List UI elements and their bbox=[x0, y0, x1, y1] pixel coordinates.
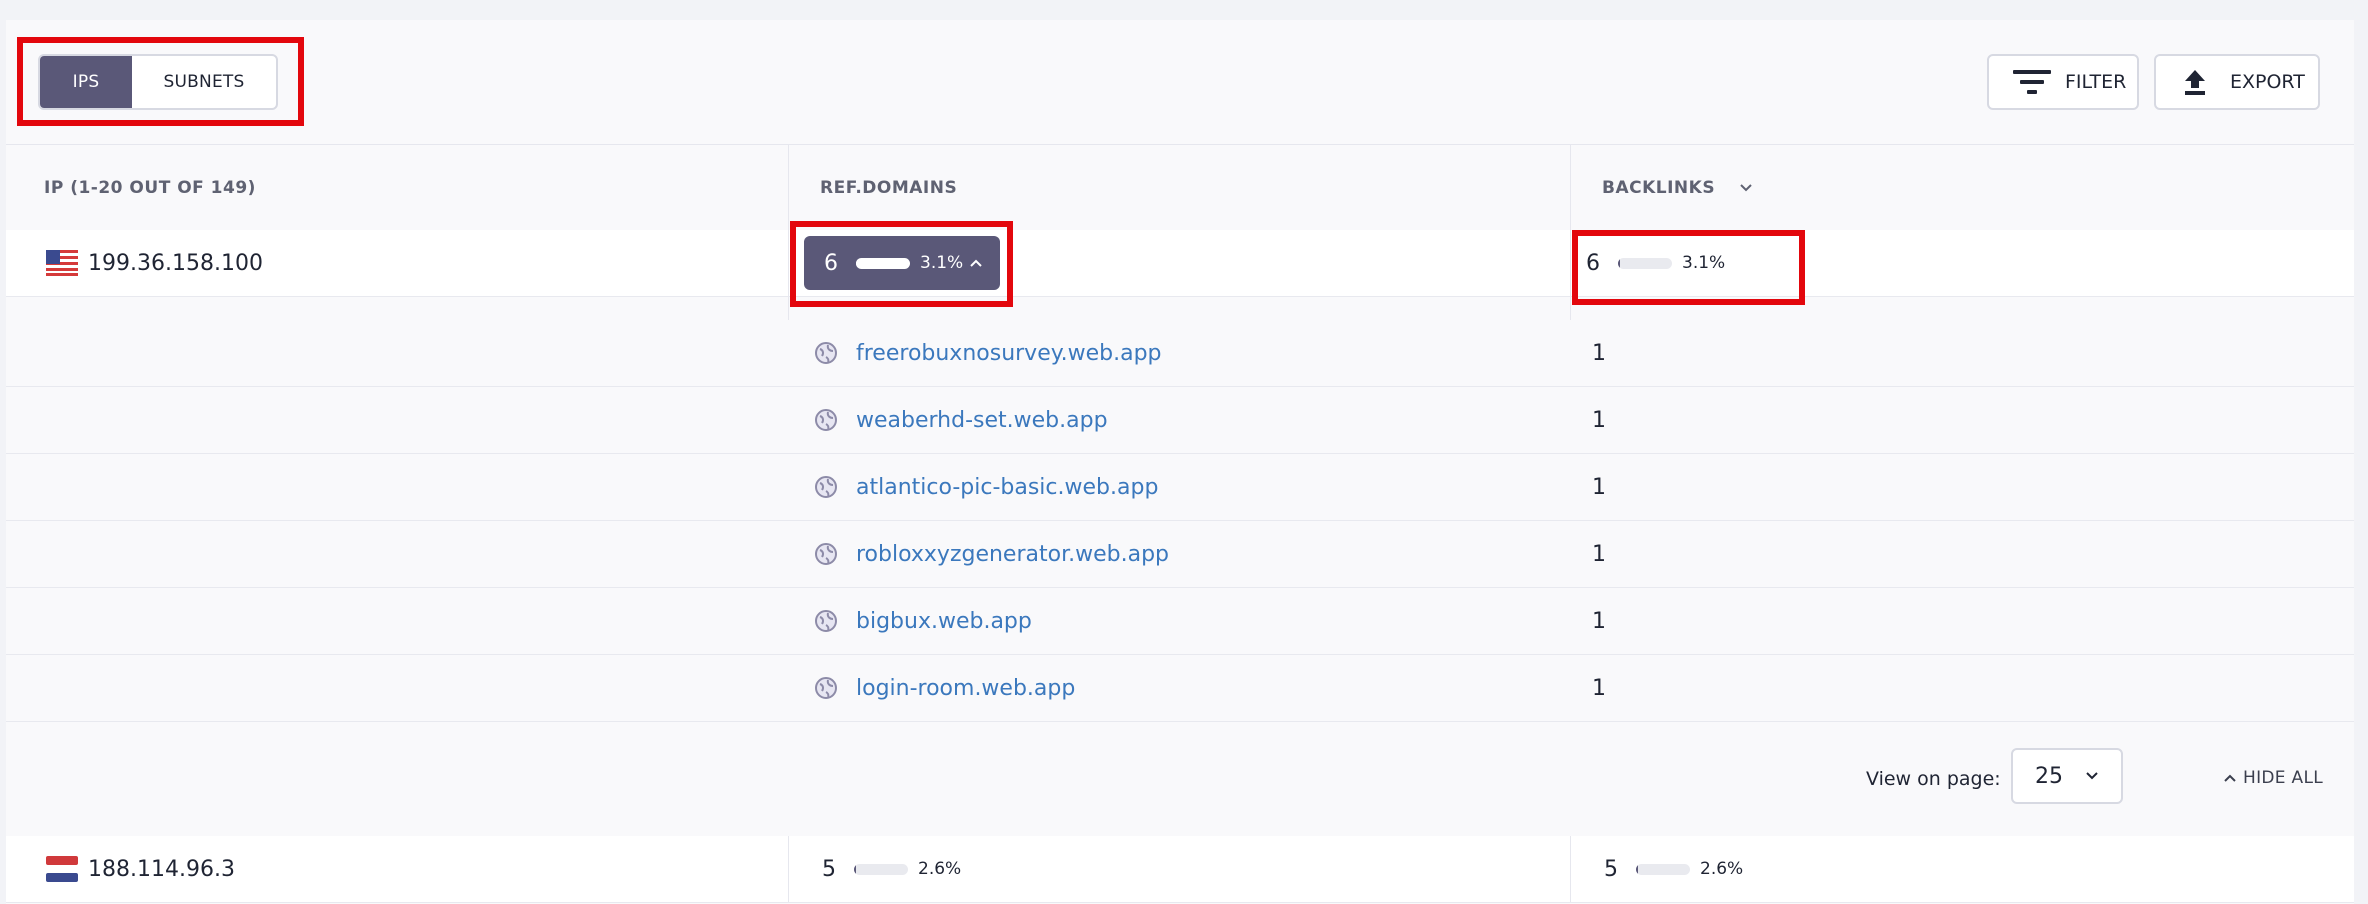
column-divider bbox=[1570, 230, 1571, 296]
filter-label: FILTER bbox=[2065, 71, 2127, 93]
ip-cell: 199.36.158.100 bbox=[46, 230, 263, 296]
domain-cell: freerobuxnosurvey.web.app bbox=[814, 320, 1162, 386]
ref-domains-toggle[interactable]: 6 3.1% bbox=[804, 236, 1000, 290]
table-row[interactable]: 199.36.158.100 bbox=[6, 230, 2354, 297]
globe-icon bbox=[815, 610, 837, 632]
domain-cell: robloxxyzgenerator.web.app bbox=[814, 521, 1169, 587]
domain-cell: login-room.web.app bbox=[814, 655, 1075, 721]
chevron-up-icon bbox=[970, 259, 982, 267]
column-header-ref-domains[interactable]: REF.DOMAINS bbox=[820, 145, 957, 231]
ref-domains-percent: 2.6% bbox=[918, 859, 962, 879]
ref-domains-percent: 3.1% bbox=[920, 253, 964, 273]
ref-domains-bar-fill bbox=[854, 863, 857, 875]
backlinks-bar-fill bbox=[1636, 863, 1639, 875]
filter-button[interactable]: FILTER bbox=[1987, 54, 2139, 110]
domain-link[interactable]: weaberhd-set.web.app bbox=[856, 408, 1108, 433]
subnets-tab[interactable]: SUBNETS bbox=[132, 56, 276, 108]
filter-icon bbox=[2013, 70, 2051, 94]
ref-domains-value: 6 bbox=[824, 250, 838, 276]
globe-icon bbox=[815, 677, 837, 699]
ref-domains-value: 5 bbox=[822, 856, 836, 882]
ref-domains-bar bbox=[856, 257, 910, 269]
chevron-down-icon bbox=[1740, 184, 1752, 192]
export-label: EXPORT bbox=[2230, 71, 2305, 93]
domain-backlinks: 1 bbox=[1592, 340, 1606, 366]
globe-icon bbox=[815, 543, 837, 565]
list-item: login-room.web.app 1 bbox=[6, 655, 2354, 722]
view-on-page-label: View on page: bbox=[1866, 768, 2001, 790]
ref-domains-bar bbox=[854, 863, 908, 875]
list-item: robloxxyzgenerator.web.app 1 bbox=[6, 521, 2354, 588]
domain-link[interactable]: atlantico-pic-basic.web.app bbox=[856, 475, 1158, 500]
ips-subnets-toggle: IPS SUBNETS bbox=[38, 54, 278, 110]
pagination-bar: View on page: 25 HIDE ALL bbox=[6, 722, 2354, 832]
domain-link[interactable]: freerobuxnosurvey.web.app bbox=[856, 341, 1162, 366]
backlinks-header-label: BACKLINKS bbox=[1602, 178, 1716, 198]
domain-backlinks: 1 bbox=[1592, 675, 1606, 701]
globe-icon bbox=[815, 342, 837, 364]
upload-icon bbox=[2185, 70, 2205, 95]
list-item: freerobuxnosurvey.web.app 1 bbox=[6, 320, 2354, 387]
domain-cell: weaberhd-set.web.app bbox=[814, 387, 1108, 453]
ip-address[interactable]: 199.36.158.100 bbox=[88, 251, 263, 276]
domain-link[interactable]: login-room.web.app bbox=[856, 676, 1075, 701]
column-divider bbox=[1570, 836, 1571, 902]
backlinks-bar-fill bbox=[1618, 257, 1621, 269]
domain-backlinks: 1 bbox=[1592, 407, 1606, 433]
ref-domains-toggle[interactable]: 5 2.6% bbox=[822, 842, 1022, 896]
backlinks-metric: 6 3.1% bbox=[1586, 236, 1786, 290]
backlinks-metric: 5 2.6% bbox=[1604, 842, 1804, 896]
domain-backlinks: 1 bbox=[1592, 474, 1606, 500]
column-header-backlinks[interactable]: BACKLINKS bbox=[1602, 145, 1753, 231]
ips-tab[interactable]: IPS bbox=[40, 56, 132, 108]
chevron-up-icon bbox=[2224, 774, 2236, 782]
page-size-value: 25 bbox=[2035, 763, 2063, 789]
backlinks-value: 6 bbox=[1586, 250, 1600, 276]
list-item: bigbux.web.app 1 bbox=[6, 588, 2354, 655]
domain-link[interactable]: bigbux.web.app bbox=[856, 609, 1032, 634]
nl-flag-icon bbox=[46, 856, 78, 882]
table-header: IP (1-20 OUT OF 149) REF.DOMAINS BACKLIN… bbox=[6, 144, 2354, 232]
export-button[interactable]: EXPORT bbox=[2154, 54, 2320, 110]
ip-cell: 188.114.96.3 bbox=[46, 836, 235, 902]
chevron-down-icon bbox=[2086, 772, 2098, 780]
table-row[interactable]: 188.114.96.3 bbox=[6, 836, 2354, 903]
backlinks-value: 5 bbox=[1604, 856, 1618, 882]
us-flag-icon bbox=[46, 250, 78, 276]
column-header-ip[interactable]: IP (1-20 OUT OF 149) bbox=[44, 145, 256, 231]
domain-cell: atlantico-pic-basic.web.app bbox=[814, 454, 1158, 520]
globe-icon bbox=[815, 409, 837, 431]
ip-address[interactable]: 188.114.96.3 bbox=[88, 857, 235, 882]
backlinks-bar bbox=[1618, 257, 1672, 269]
ref-domains-bar-fill bbox=[856, 257, 859, 269]
page-size-select[interactable]: 25 bbox=[2011, 748, 2123, 804]
globe-icon bbox=[815, 476, 837, 498]
hide-all-button[interactable]: HIDE ALL bbox=[2223, 768, 2323, 788]
backlinks-percent: 2.6% bbox=[1700, 859, 1744, 879]
domain-link[interactable]: robloxxyzgenerator.web.app bbox=[856, 542, 1169, 567]
list-item: atlantico-pic-basic.web.app 1 bbox=[6, 454, 2354, 521]
domain-backlinks: 1 bbox=[1592, 541, 1606, 567]
backlinks-percent: 3.1% bbox=[1682, 253, 1726, 273]
domain-cell: bigbux.web.app bbox=[814, 588, 1032, 654]
domain-backlinks: 1 bbox=[1592, 608, 1606, 634]
column-divider bbox=[788, 836, 789, 902]
column-divider bbox=[788, 230, 789, 296]
hide-all-label: HIDE ALL bbox=[2243, 768, 2324, 788]
backlinks-bar bbox=[1636, 863, 1690, 875]
list-item: weaberhd-set.web.app 1 bbox=[6, 387, 2354, 454]
